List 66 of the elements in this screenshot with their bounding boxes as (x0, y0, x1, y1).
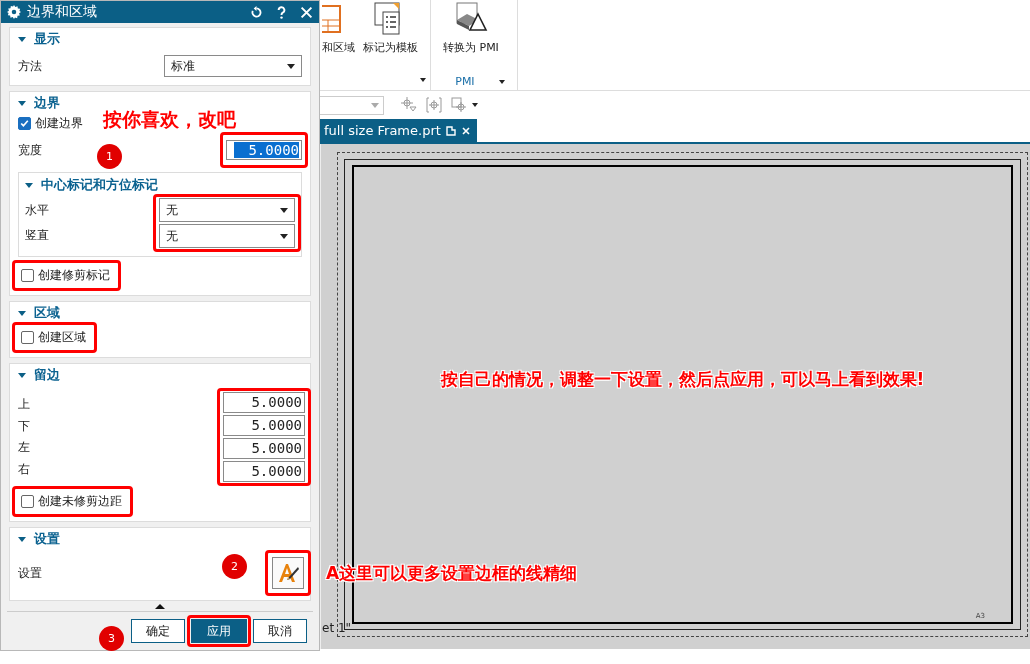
close-icon[interactable] (460, 125, 471, 136)
checkbox[interactable] (18, 117, 31, 130)
field-label: 设置 (18, 564, 42, 582)
ribbon-label[interactable]: 和区域 (322, 40, 355, 55)
section-heading[interactable]: 区域 (34, 304, 60, 322)
field-label: 宽度 (18, 141, 42, 159)
collapse-icon[interactable] (18, 36, 26, 42)
document-tab[interactable]: full size Frame.prt (320, 119, 477, 142)
collapse-icon[interactable] (18, 536, 26, 542)
section-heading[interactable]: 中心标记和方位标记 (41, 176, 158, 194)
number-input[interactable]: 5.0000 (223, 392, 305, 413)
field-label: 竖直 (25, 227, 49, 244)
reset-icon[interactable] (250, 5, 263, 19)
dropdown[interactable]: 无 (159, 198, 295, 222)
ribbon-label[interactable]: 标记为模板 (363, 40, 418, 55)
collapse-icon[interactable] (18, 100, 26, 106)
settings-icon[interactable] (7, 5, 21, 19)
window-title: 边界和区域 (27, 3, 98, 21)
document-icon (445, 125, 456, 136)
number-input[interactable]: 5.0000 (223, 438, 305, 459)
checkbox[interactable] (21, 331, 34, 344)
dialog-button[interactable]: 确定 (131, 619, 185, 643)
checkbox-row[interactable]: 创建区域 (21, 329, 86, 346)
field-label: 水平 (25, 202, 49, 219)
collapse-icon[interactable] (25, 182, 33, 188)
collapse-icon[interactable] (18, 310, 26, 316)
field-label: 左 (18, 439, 30, 457)
section-heading[interactable]: 显示 (34, 30, 60, 48)
annotation-text: 按你喜欢，改吧 (103, 107, 236, 132)
section-heading[interactable]: 边界 (34, 94, 60, 112)
field-label: 上 (18, 396, 30, 414)
collapse-icon[interactable] (18, 372, 26, 378)
ribbon-label[interactable]: 转换为 PMI (443, 40, 499, 55)
help-icon[interactable] (275, 5, 288, 19)
snap-filter-icon[interactable] (401, 97, 417, 113)
checkbox-row[interactable]: 创建修剪标记 (21, 267, 110, 284)
collapse-up-icon[interactable] (155, 604, 165, 609)
width-input[interactable]: 5.0000 (226, 140, 302, 160)
letter-brush-icon (276, 561, 300, 585)
field-label: 方法 (18, 57, 42, 75)
annotation-text: 按自己的情况，调整一下设置，然后点应用，可以马上看到效果! (440, 368, 925, 391)
frame-icon[interactable] (322, 2, 342, 36)
dialog-button[interactable]: 取消 (253, 619, 307, 643)
field-label: 右 (18, 460, 30, 478)
group-label: PMI (455, 75, 475, 88)
close-icon[interactable] (300, 5, 313, 19)
section-heading[interactable]: 留边 (34, 366, 60, 384)
checkbox[interactable] (21, 495, 34, 508)
dropdown[interactable]: 无 (159, 224, 295, 248)
step-number: 3 (99, 626, 124, 651)
caret-icon[interactable] (420, 78, 426, 82)
field-label: 下 (18, 417, 30, 435)
caret-icon[interactable] (472, 103, 478, 107)
snap-target-icon[interactable] (451, 97, 467, 113)
checkbox-row[interactable]: 创建边界 (18, 115, 83, 132)
checkbox-row[interactable]: 创建未修剪边距 (21, 493, 122, 510)
sheet-label: et 1" (322, 621, 352, 635)
snap-point-icon[interactable] (426, 97, 442, 113)
caret-icon[interactable] (498, 79, 505, 84)
checkbox[interactable] (21, 269, 34, 282)
method-dropdown[interactable]: 标准 (164, 55, 302, 77)
section-heading[interactable]: 设置 (34, 530, 60, 548)
number-input[interactable]: 5.0000 (223, 461, 305, 482)
dialog-button[interactable]: 应用 (191, 619, 247, 643)
style-button[interactable] (272, 557, 304, 589)
number-input[interactable]: 5.0000 (223, 415, 305, 436)
